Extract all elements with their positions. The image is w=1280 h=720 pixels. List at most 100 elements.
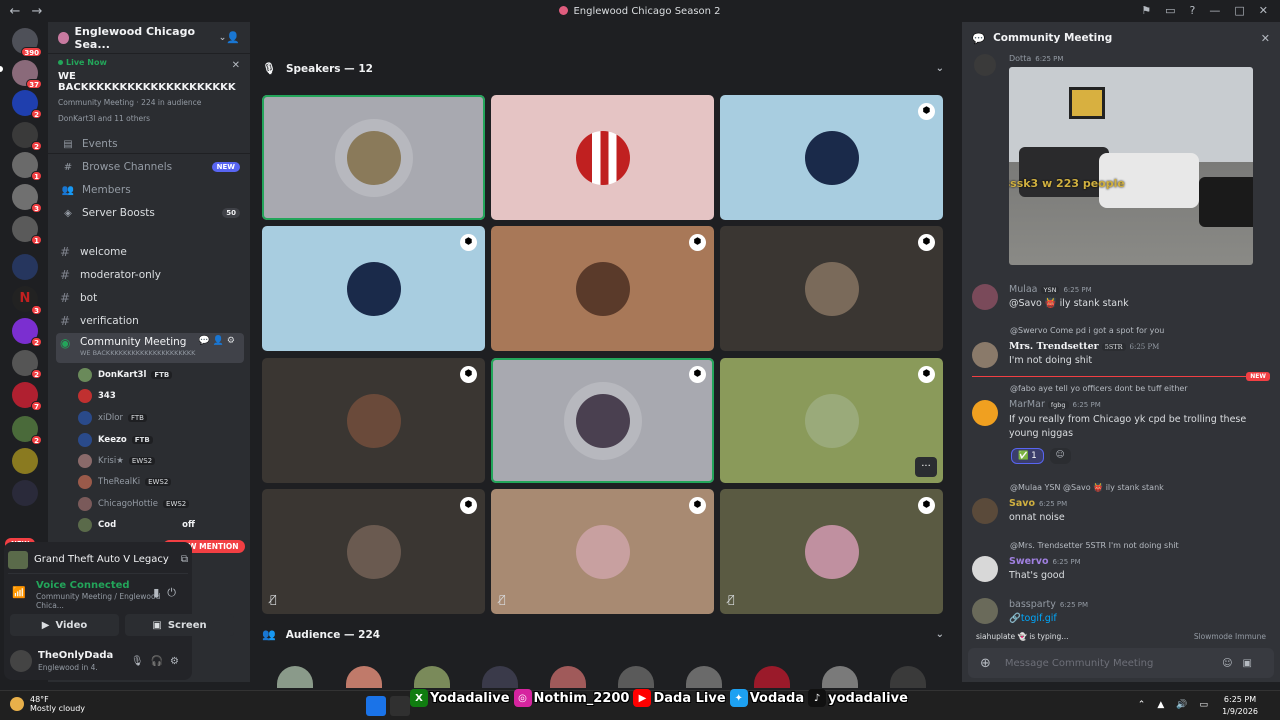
server-icon[interactable]: 7: [12, 382, 42, 411]
server-icon[interactable]: N3: [12, 286, 42, 315]
audience-header[interactable]: 👥 Audience — 224 ⌄: [262, 628, 944, 641]
server-icon[interactable]: [12, 480, 38, 506]
more-options-icon[interactable]: ···: [915, 457, 937, 477]
video-button[interactable]: ▶ Video: [10, 614, 119, 636]
channel-bot[interactable]: # bot: [56, 288, 244, 308]
speaker-icon[interactable]: 🔊: [1176, 700, 1187, 710]
speaker-tile[interactable]: ⬢: [720, 226, 943, 351]
clock[interactable]: 6:25 PM 1/9/2026: [1222, 694, 1258, 718]
screen-share-button[interactable]: ▣ Screen: [125, 614, 234, 636]
voice-user[interactable]: Krisi★ EWS2: [78, 452, 156, 470]
server-icon[interactable]: 2: [12, 318, 42, 347]
server-icon[interactable]: [12, 254, 38, 280]
avatar[interactable]: [974, 54, 996, 76]
guild-header[interactable]: Englewood Chicago Sea... ⌄ 👤: [48, 22, 250, 54]
avatar[interactable]: [972, 556, 998, 582]
forward-arrow-icon[interactable]: →: [30, 4, 44, 19]
speaker-tile[interactable]: ⬢: [720, 95, 943, 220]
gif-link[interactable]: 🔗togif.gif: [1009, 613, 1088, 624]
audience-avatar[interactable]: [618, 666, 654, 688]
speaker-tile[interactable]: ⬢: [262, 358, 485, 483]
voice-user[interactable]: Cod off: [78, 516, 195, 534]
audience-avatar[interactable]: [346, 666, 382, 688]
audience-avatar[interactable]: [482, 666, 518, 688]
audience-avatar[interactable]: [414, 666, 450, 688]
server-boosts-item[interactable]: ◈ Server Boosts 50: [60, 207, 240, 219]
system-tray[interactable]: ⌃ ▲ 🔊 ▭: [1138, 700, 1208, 710]
add-reaction-icon[interactable]: ☺: [1049, 448, 1071, 464]
help-icon[interactable]: ?: [1190, 4, 1196, 17]
audience-avatar[interactable]: [890, 666, 926, 688]
message-image[interactable]: jusssk3 w 223 people: [1009, 67, 1253, 265]
voice-user[interactable]: Keezo FTB: [78, 431, 153, 449]
speakers-header[interactable]: 🎙 Speakers — 12 ⌄: [262, 62, 944, 75]
chevron-down-icon[interactable]: ⌄: [936, 629, 944, 640]
speaker-tile[interactable]: ⬢ 🎙̸: [491, 489, 714, 614]
monitor-icon[interactable]: ▭: [1165, 4, 1175, 17]
server-icon[interactable]: 2: [12, 416, 42, 445]
speaker-tile[interactable]: ⬢ 🎙̸: [720, 489, 943, 614]
reply-preview[interactable]: @fabo aye tell yo officers dont be tuff …: [1010, 384, 1188, 393]
start-icon[interactable]: [366, 696, 386, 716]
avatar[interactable]: [972, 342, 998, 368]
voice-user[interactable]: 343: [78, 387, 116, 405]
channel-verification[interactable]: # verification: [56, 311, 244, 331]
speaker-tile[interactable]: ⬢ ···: [720, 358, 943, 483]
speaker-tile[interactable]: ⬢: [262, 226, 485, 351]
server-icon[interactable]: 2: [12, 90, 42, 119]
speaker-tile[interactable]: ⬢ 🎙̸: [262, 489, 485, 614]
mic-headset-settings-icons[interactable]: 🎙🎧⚙: [131, 656, 186, 667]
voice-user[interactable]: TheRealKi EWS2: [78, 473, 172, 491]
voice-controls-icons[interactable]: ▮⏻: [153, 586, 184, 600]
server-icon[interactable]: 3: [12, 184, 42, 213]
activity-row[interactable]: Grand Theft Auto V Legacy ⧉: [8, 546, 188, 574]
emoji-gif-icons[interactable]: ☺▣: [1222, 658, 1262, 669]
close-icon[interactable]: ✕: [232, 60, 240, 71]
speaker-tile[interactable]: ⬢: [491, 226, 714, 351]
server-icon[interactable]: 2: [12, 122, 42, 151]
audience-avatar[interactable]: [550, 666, 586, 688]
server-icon[interactable]: [12, 448, 38, 474]
channel-actions-icons[interactable]: 💬👤⚙: [199, 336, 238, 346]
speaker-tile[interactable]: [491, 95, 714, 220]
inbox-icon[interactable]: ⚑: [1141, 4, 1151, 17]
home-button[interactable]: 390: [12, 28, 42, 57]
server-icon[interactable]: 2: [12, 350, 42, 379]
speaker-tile[interactable]: [262, 95, 485, 220]
avatar[interactable]: [972, 400, 998, 426]
avatar[interactable]: [10, 650, 32, 672]
close-icon[interactable]: ✕: [1261, 32, 1270, 45]
browse-channels-item[interactable]: # Browse Channels NEW: [60, 161, 240, 173]
search-icon[interactable]: [390, 696, 410, 716]
audience-avatar[interactable]: [822, 666, 858, 688]
members-item[interactable]: 👥 Members: [60, 184, 240, 196]
add-attachment-icon[interactable]: ⊕: [980, 656, 991, 671]
stage-channel-community-meeting[interactable]: ◉ Community Meeting WE BACKKKKKKKKKKKKKK…: [56, 333, 244, 363]
reply-preview[interactable]: @Mrs. Trendsetter 5STR I'm not doing shi…: [1010, 541, 1179, 550]
chevron-up-icon[interactable]: ⌃: [1138, 700, 1146, 710]
avatar[interactable]: [972, 498, 998, 524]
reaction-checkmark[interactable]: ✅ 1: [1011, 448, 1044, 464]
back-arrow-icon[interactable]: ←: [8, 4, 22, 19]
activity-options-icon[interactable]: ⧉: [181, 554, 188, 565]
invite-people-icon[interactable]: 👤: [226, 31, 240, 44]
voice-user[interactable]: ChicagoHottie EWS2: [78, 495, 190, 513]
reply-preview[interactable]: @Mulaa YSN @Savo 👹 ily stank stank: [1010, 483, 1164, 492]
events-item[interactable]: ▤ Events: [60, 138, 240, 150]
battery-icon[interactable]: ▭: [1199, 700, 1208, 710]
network-icon[interactable]: ▲: [1157, 700, 1164, 710]
server-icon[interactable]: 1: [12, 216, 42, 245]
close-window-icon[interactable]: ✕: [1259, 4, 1268, 17]
chevron-down-icon[interactable]: ⌄: [936, 63, 944, 74]
audience-avatar[interactable]: [686, 666, 722, 688]
message-input[interactable]: ⊕ Message Community Meeting ☺▣: [968, 648, 1274, 678]
speaker-tile[interactable]: ⬢: [491, 358, 714, 483]
reply-preview[interactable]: @Swervo Come pd i got a spot for you: [1010, 326, 1164, 335]
minimize-icon[interactable]: —: [1209, 4, 1220, 17]
server-icon[interactable]: 37: [12, 60, 42, 89]
avatar[interactable]: [972, 284, 998, 310]
audience-avatar[interactable]: [754, 666, 790, 688]
audience-avatar[interactable]: [277, 666, 313, 688]
voice-user[interactable]: xiDlor FTB: [78, 409, 147, 427]
channel-welcome[interactable]: # welcome: [56, 242, 244, 262]
